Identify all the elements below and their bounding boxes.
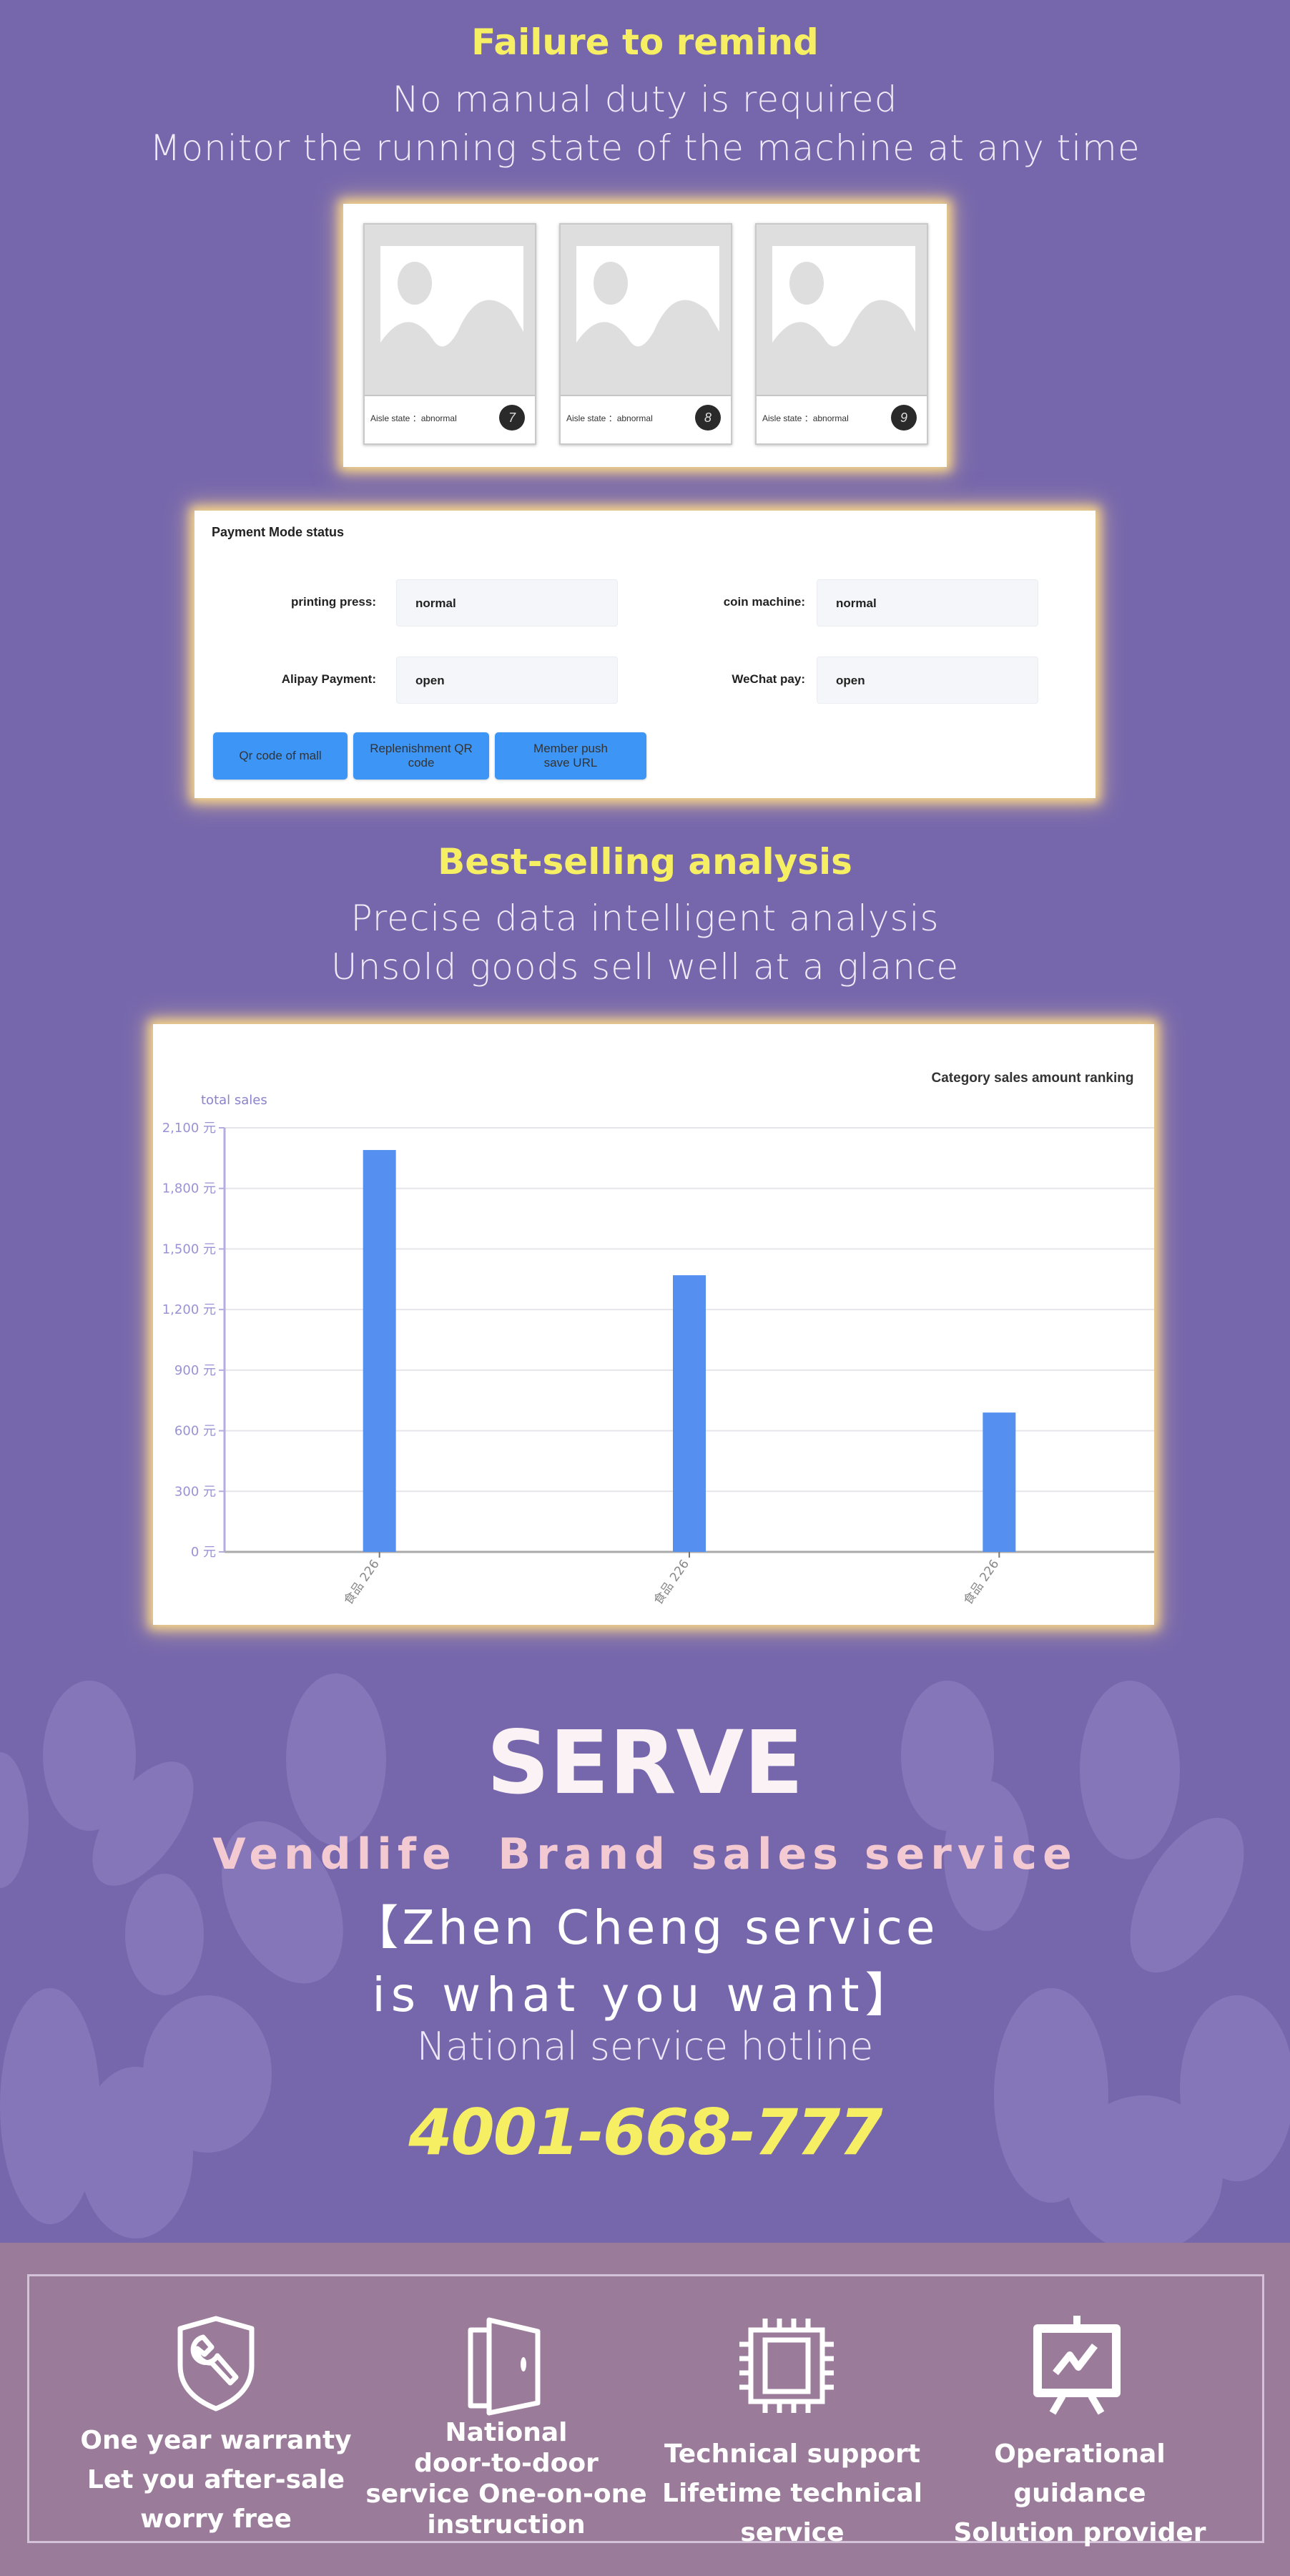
- presentation-chart-icon: [1027, 2316, 1127, 2419]
- x-tick-label: 食品 226: [651, 1557, 692, 1607]
- y-tick-label: 600 元: [174, 1424, 216, 1439]
- aisle-card[interactable]: Aisle state ：abnormal 9: [755, 223, 928, 445]
- bestselling-section-title: Best-selling analysis: [438, 841, 852, 883]
- failure-section-title: Failure to remind: [471, 21, 819, 63]
- printing-press-field[interactable]: normal: [396, 579, 618, 626]
- bestselling-subtitle-2: Unsold goods sell well at a glance: [330, 946, 960, 988]
- slogan-line-2: is what you want】: [372, 1967, 918, 2022]
- y-tick-label: 1,200 元: [162, 1302, 216, 1317]
- payment-panel-title: Payment Mode status: [212, 525, 345, 539]
- aisle-state-text: Aisle state ：abnormal: [566, 413, 653, 423]
- aisle-card[interactable]: Aisle state ：abnormal 7: [363, 223, 536, 445]
- wechat-pay-label: WeChat pay:: [732, 672, 805, 686]
- alipay-payment-label: Alipay Payment:: [281, 672, 376, 686]
- failure-subtitle-2: Monitor the running state of the machine…: [149, 127, 1141, 169]
- x-tick-label: 食品 226: [961, 1557, 1003, 1607]
- wechat-pay-field[interactable]: open: [817, 657, 1038, 704]
- bar: [363, 1150, 396, 1552]
- coin-machine-label: coin machine:: [723, 595, 805, 609]
- chip-icon: [737, 2316, 837, 2419]
- bar: [673, 1275, 706, 1552]
- feature-technical-support-text: Technical support Lifetime technical servi…: [662, 2439, 922, 2547]
- feature-door-to-door-text: National door-to-door service One-on-one in…: [365, 2418, 647, 2540]
- y-tick-label: 300 元: [174, 1484, 216, 1499]
- y-tick-label: 2,100 元: [162, 1121, 216, 1136]
- y-tick-label: 1,800 元: [162, 1181, 216, 1196]
- member-push-save-url-button[interactable]: Member push save URL: [495, 732, 646, 780]
- y-tick-label: 900 元: [174, 1363, 216, 1378]
- bar: [983, 1412, 1016, 1552]
- aisle-number-badge: 8: [695, 405, 721, 431]
- aisle-state-text: Aisle state ：abnormal: [370, 413, 457, 423]
- feature-warranty-text: One year warranty Let you after-sale worry…: [80, 2426, 352, 2534]
- qr-code-of-mall-button[interactable]: Qr code of mall: [213, 732, 348, 780]
- printing-press-label: printing press:: [290, 595, 376, 609]
- door-icon: [463, 2316, 549, 2419]
- aisle-number-badge: 7: [499, 405, 525, 431]
- bestselling-subtitle-1: Precise data intelligent analysis: [350, 898, 940, 939]
- aisle-state-text: Aisle state ：abnormal: [762, 413, 849, 423]
- aisle-number-badge: 9: [891, 405, 917, 431]
- y-tick-label: 0 元: [191, 1545, 216, 1560]
- failure-subtitle-1: No manual duty is required: [392, 79, 898, 120]
- slogan-line-1: 【Zhen Cheng service: [351, 1900, 939, 1955]
- replenishment-qr-code-button[interactable]: Replenishment QR code: [353, 732, 489, 780]
- y-tick-label: 1,500 元: [162, 1242, 216, 1257]
- chart-y-axis-label: total sales: [201, 1093, 267, 1108]
- alipay-payment-field[interactable]: open: [396, 657, 618, 704]
- brand-sales-service: Vendlife Brand sales service: [212, 1829, 1078, 1879]
- image-placeholder-icon: [561, 225, 731, 396]
- feature-operational-guidance-text: Operational guidance Solution provider: [953, 2439, 1206, 2547]
- x-tick-label: 食品 226: [341, 1557, 383, 1607]
- aisle-card[interactable]: Aisle state ：abnormal 8: [559, 223, 732, 445]
- hotline-label: National service hotline: [416, 2024, 874, 2069]
- serve-title: SERVE: [486, 1712, 804, 1814]
- hotline-number[interactable]: 4001-668-777: [0, 2095, 1290, 2169]
- coin-machine-field[interactable]: normal: [817, 579, 1038, 626]
- image-placeholder-icon: [757, 225, 927, 396]
- chart-title: Category sales amount ranking: [932, 1071, 1134, 1086]
- sales-bar-chart: Category sales amount ranking total sale…: [162, 1071, 1154, 1608]
- image-placeholder-icon: [365, 225, 535, 396]
- shield-wrench-icon: [173, 2316, 259, 2414]
